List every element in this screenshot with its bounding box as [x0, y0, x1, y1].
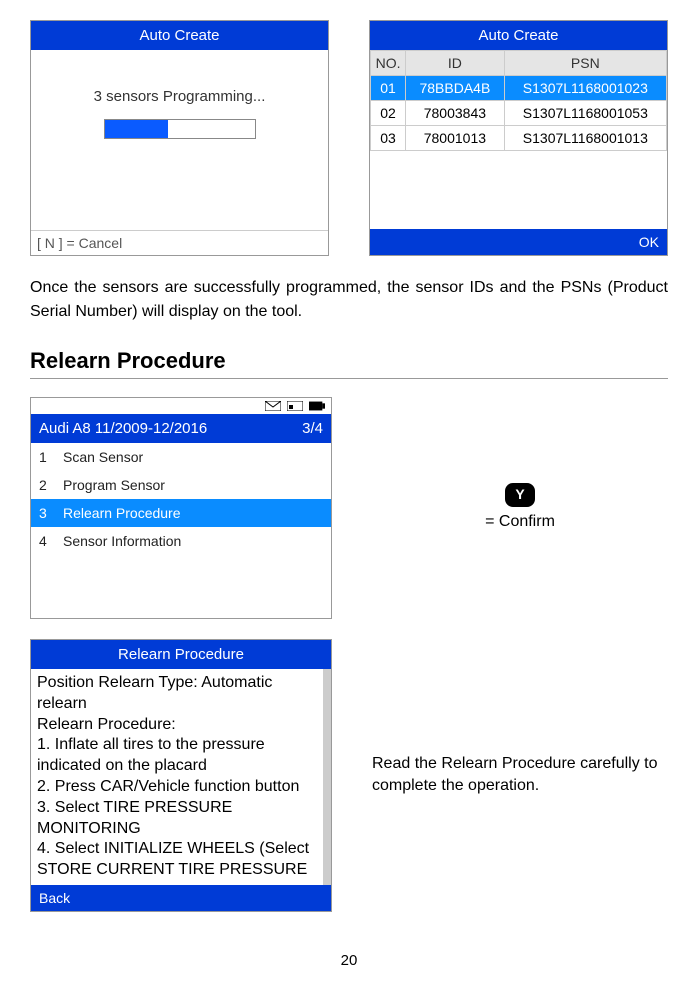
battery-icon [309, 401, 325, 411]
status-bar [31, 398, 331, 414]
progress-bar [104, 119, 256, 139]
confirm-label: = Confirm [372, 511, 668, 533]
menu-list: 1Scan Sensor 2Program Sensor 3Relearn Pr… [31, 443, 331, 555]
confirm-hint: Y = Confirm [372, 397, 668, 619]
section-heading: Relearn Procedure [30, 348, 668, 374]
screen1-body: 3 sensors Programming... [31, 50, 328, 230]
relearn-body: Position Relearn Type: Automatic relearn… [31, 669, 331, 885]
screen4-title: Relearn Procedure [31, 640, 331, 669]
sensor-table: NO. ID PSN 01 78BBDA4B S1307L1168001023 … [370, 50, 667, 151]
col-id: ID [406, 51, 505, 76]
page-number: 20 [30, 952, 668, 969]
programming-message: 3 sensors Programming... [41, 88, 318, 105]
table-row[interactable]: 02 78003843 S1307L1168001053 [371, 101, 667, 126]
screen2-title: Auto Create [370, 21, 667, 50]
screen-auto-create-results: Auto Create NO. ID PSN 01 78BBDA4B S1307… [369, 20, 668, 256]
menu-item-sensor-information[interactable]: 4Sensor Information [31, 527, 331, 555]
col-no: NO. [371, 51, 406, 76]
section-rule [30, 378, 668, 379]
menu-item-scan-sensor[interactable]: 1Scan Sensor [31, 443, 331, 471]
page-indicator: 3/4 [302, 420, 323, 437]
table-row[interactable]: 03 78001013 S1307L1168001013 [371, 126, 667, 151]
screen-relearn-procedure: Relearn Procedure Position Relearn Type:… [30, 639, 332, 912]
screen-auto-create-progress: Auto Create 3 sensors Programming... [ N… [30, 20, 329, 256]
back-button[interactable]: Back [31, 885, 331, 911]
screen3-header: Audi A8 11/2009-12/2016 3/4 [31, 414, 331, 443]
ok-button[interactable]: OK [370, 229, 667, 255]
menu-item-relearn-procedure[interactable]: 3Relearn Procedure [31, 499, 331, 527]
relearn-side-note: Read the Relearn Procedure carefully to … [372, 639, 668, 912]
screen-main-menu: Audi A8 11/2009-12/2016 3/4 1Scan Sensor… [30, 397, 332, 619]
y-key-icon: Y [505, 483, 534, 507]
table-row[interactable]: 01 78BBDA4B S1307L1168001023 [371, 76, 667, 101]
mail-icon [265, 401, 281, 411]
vehicle-title: Audi A8 11/2009-12/2016 [39, 420, 207, 437]
cancel-hint: [ N ] = Cancel [31, 230, 328, 255]
menu-item-program-sensor[interactable]: 2Program Sensor [31, 471, 331, 499]
description-paragraph: Once the sensors are successfully progra… [30, 276, 668, 324]
screen1-title: Auto Create [31, 21, 328, 50]
card-icon [287, 401, 303, 411]
col-psn: PSN [504, 51, 666, 76]
